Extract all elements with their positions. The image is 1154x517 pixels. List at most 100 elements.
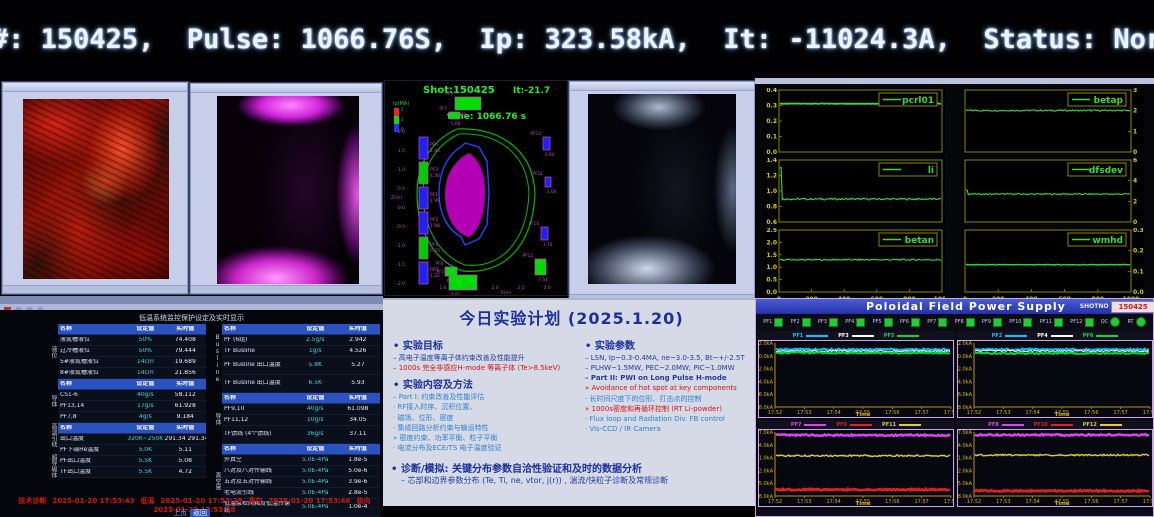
- column-header: 设定值: [295, 326, 336, 333]
- indicator-label: PF10: [1009, 319, 1021, 325]
- window-titlebar[interactable]: [570, 82, 754, 91]
- table-header-row: 名称设定值实时值: [222, 324, 380, 335]
- prev-page-link[interactable]: 上页: [173, 509, 187, 517]
- legend-line: [1096, 335, 1118, 337]
- svg-text:0.0: 0.0: [398, 205, 405, 211]
- svg-text:-1.5: -1.5: [396, 262, 405, 268]
- table-side-label: 导体: [48, 379, 58, 423]
- svg-text:4.36: 4.36: [430, 173, 440, 179]
- shot-status-banner: Shot#: 150425, Pulse: 1066.76S, Ip: 323.…: [0, 0, 1154, 78]
- svg-text:3: 3: [1133, 88, 1137, 94]
- efit-plasma-display: Shot:150425 It:-21.7 time: 1066.76 s Ip(…: [384, 80, 568, 296]
- pf-indicator-pf2: PF2: [791, 318, 811, 327]
- svg-text:17:52: 17:52: [768, 499, 782, 505]
- visible-camera-window[interactable]: [190, 83, 382, 294]
- indicator-label: QC: [1101, 319, 1108, 325]
- set-value: 14cm: [126, 370, 164, 377]
- set-value: 5.8K: [295, 362, 336, 369]
- realtime-value: 9.184: [165, 414, 206, 421]
- set-value: 17g/s: [126, 403, 164, 410]
- column-header: 设定值: [126, 326, 164, 333]
- indicator-lamp: [884, 318, 893, 327]
- slide-bullet-item: · Vis-CCD / IR Camera: [585, 424, 757, 434]
- table: 名称设定值实时值CS1-640g/s58.112PF13,1417g/s61.9…: [58, 379, 206, 423]
- set-value: 5.0E-4Pa: [295, 479, 336, 486]
- svg-text:2.0kA: 2.0kA: [958, 341, 973, 347]
- pf-panel-title: Poloidal Field Power Supply: [866, 300, 1066, 313]
- svg-text:1.5: 1.5: [465, 285, 472, 291]
- window-titlebar[interactable]: [755, 78, 1154, 84]
- indicator-lamp: [1023, 318, 1032, 327]
- column-header: 设定值: [126, 425, 164, 432]
- svg-text:-1.0: -1.0: [396, 243, 405, 249]
- scrollbar-strip[interactable]: [0, 296, 383, 304]
- pf-indicator-pf6: PF6: [900, 318, 920, 327]
- realtime-value: 5.27: [336, 362, 380, 369]
- svg-text:0.1: 0.1: [1133, 268, 1144, 275]
- pf-indicator-pf3: PF3: [818, 318, 838, 327]
- pf-indicator-pf12: PF12: [1070, 318, 1093, 327]
- realtime-value: 79.444: [165, 348, 206, 355]
- table-row: 液氮槽液位50%74.408: [58, 335, 206, 346]
- table-row: 五对及五对传输线5.0E-4Pa3.9e-6: [222, 477, 380, 488]
- ir-camera-window[interactable]: [2, 82, 188, 294]
- svg-text:2.0: 2.0: [766, 239, 777, 246]
- svg-text:17:57: 17:57: [1113, 410, 1127, 416]
- table-header-row: 名称设定值实时值: [58, 324, 206, 335]
- legend-line: [1051, 424, 1073, 426]
- param-name: 5#液氮槽液位: [58, 359, 126, 366]
- subsystem-label: 真空: [249, 497, 263, 505]
- table-row: 外真空5.0E-4Pa1.8e-5: [222, 455, 380, 466]
- slide-right-column: • 实验参数– LSN, Ip~0.3-0.4MA, ne~3.0-3.5, B…: [585, 334, 757, 434]
- svg-text:0: 0: [1133, 219, 1137, 226]
- indicator-label: PF5: [873, 319, 882, 325]
- svg-text:0.1: 0.1: [766, 134, 777, 141]
- indicator-lamp-circle: [1136, 317, 1146, 327]
- svg-text:1.0kA: 1.0kA: [958, 456, 973, 462]
- set-value: 5.5K: [126, 469, 164, 476]
- legend-line: [897, 335, 919, 337]
- indicator-label: PF11: [1040, 319, 1052, 325]
- slide-bottom-item: – 芯部和边界参数分布 (Te, Ti, ne, vtor, j(r)) , 湍…: [401, 475, 753, 486]
- window-titlebar[interactable]: [191, 84, 381, 93]
- indicator-label: PF9: [982, 319, 991, 325]
- slide-bullet-item: · 电流分布及ECE/TS 电子温度验证: [393, 443, 581, 453]
- strip-chart-dfsdev: 6420dfsdev: [962, 158, 1144, 224]
- indicator-label: PF8: [955, 319, 964, 325]
- svg-text:PF11: PF11: [533, 171, 544, 176]
- table-side-label: 导体: [212, 393, 222, 444]
- indicator-lamp: [774, 318, 783, 327]
- efit-it-label: It:-21.7: [513, 86, 550, 96]
- window-titlebar[interactable]: [3, 83, 187, 92]
- svg-text:Time: Time: [1054, 501, 1069, 506]
- table: 名称设定值实时值PF9,1040g/s61.098PF11,1210g/s34.…: [222, 393, 380, 444]
- legend-item: PF9: [836, 422, 872, 428]
- svg-text:-2.0kA: -2.0kA: [759, 468, 774, 474]
- svg-text:1.44: 1.44: [430, 148, 440, 154]
- slide-bullet-item: – PLHW~1.5MW, PEC~2.0MW; PIC~1.0MW: [585, 363, 757, 373]
- realtime-value: 2.942: [336, 337, 380, 344]
- efit-plot: Shot:150425 It:-21.7 time: 1066.76 s Ip(…: [385, 81, 567, 295]
- pf-waveform-chart: 7.0kA4.0kA1.0kA-2.0kA-5.0kA-8.0kA17:5217…: [957, 429, 1153, 507]
- colorbar-red: [394, 108, 399, 116]
- pf-indicator-rt: RT: [1127, 317, 1145, 327]
- svg-text:1.4: 1.4: [766, 158, 777, 164]
- svg-text:17:53: 17:53: [996, 499, 1010, 505]
- efit-shot-label: Shot:150425: [423, 85, 495, 96]
- indicator-lamp: [966, 318, 975, 327]
- svg-text:PF10: PF10: [437, 269, 448, 274]
- pf-indicator-pf11: PF11: [1040, 318, 1063, 327]
- back-link[interactable]: 返回: [190, 509, 210, 517]
- svg-text:1.5: 1.5: [766, 252, 777, 259]
- svg-text:Z(m): Z(m): [391, 195, 402, 201]
- realtime-value: 5.11: [165, 447, 206, 454]
- slide-bottom-section: • 诊断/模拟: 关键分布参数自洽性验证和及时的数据分析 – 芯部和边界参数分布…: [391, 460, 753, 486]
- slide-bullet-item: – Part I: 约束改善及性能评估: [393, 392, 581, 402]
- svg-text:-2.0kA: -2.0kA: [759, 367, 774, 373]
- set-value: 2.5g/s: [295, 337, 336, 344]
- pf-indicator-pf7: PF7: [927, 318, 947, 327]
- param-name: CS1-6: [58, 392, 126, 399]
- table-header-row: 名称设定值实时值: [222, 444, 380, 455]
- svg-text:17:52: 17:52: [967, 410, 981, 416]
- wide-angle-camera-window[interactable]: [569, 81, 755, 303]
